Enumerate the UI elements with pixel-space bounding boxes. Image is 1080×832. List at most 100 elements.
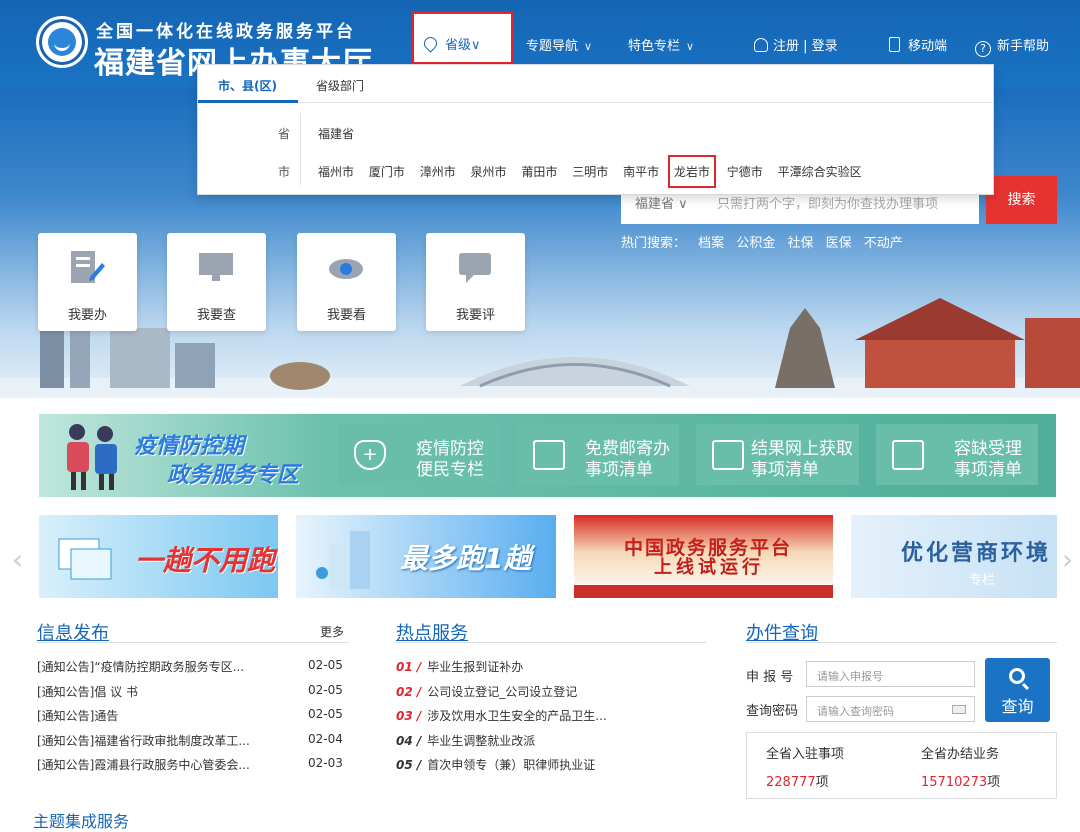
slide-subtext: 专栏 bbox=[969, 573, 996, 588]
city-option[interactable]: 漳州市 bbox=[420, 163, 456, 180]
province-selector[interactable]: 省级∨ bbox=[412, 12, 513, 64]
service-query[interactable]: 我要查 bbox=[167, 233, 266, 331]
news-more-link[interactable]: 更多 bbox=[320, 623, 344, 640]
query-password-input[interactable]: 请输入查询密码 bbox=[806, 696, 975, 722]
nav-topics-label: 专题导航 bbox=[526, 39, 579, 54]
carousel-slide-no-trip[interactable]: 一趟不用跑 bbox=[39, 515, 278, 598]
hot-term[interactable]: 公积金 bbox=[736, 236, 775, 251]
divider bbox=[746, 642, 1057, 643]
city-list: 福州市 厦门市 漳州市 泉州市 莆田市 三明市 南平市 龙岩市 宁德市 平潭综合… bbox=[318, 155, 873, 188]
carousel-slide-business-env[interactable]: 优化营商环境 专栏 bbox=[851, 515, 1057, 598]
search-icon bbox=[1009, 668, 1025, 684]
stat-value: 228777项 bbox=[766, 771, 829, 790]
epidemic-item-mail[interactable]: 免费邮寄办 事项清单 bbox=[517, 424, 679, 485]
province-option[interactable]: 福建省 bbox=[318, 125, 354, 142]
region-dropdown: 市、县(区) 省级部门 省 市 福建省 福州市 厦门市 漳州市 泉州市 莆田市 … bbox=[197, 64, 994, 195]
carousel-slide-one-trip[interactable]: 最多跑1趟 bbox=[296, 515, 556, 598]
nav-features[interactable]: 特色专栏 ∨ bbox=[628, 35, 694, 54]
nav-topics[interactable]: 专题导航 ∨ bbox=[526, 35, 592, 54]
city-option[interactable]: 南平市 bbox=[623, 163, 659, 180]
hot-service-item[interactable]: 04 / 毕业生调整就业改派 bbox=[396, 732, 706, 757]
news-item-date: 02-05 bbox=[308, 707, 343, 721]
search-scope-select[interactable]: 福建省 ∨ bbox=[635, 193, 688, 212]
city-option[interactable]: 福州市 bbox=[318, 163, 354, 180]
hot-term[interactable]: 医保 bbox=[826, 236, 852, 251]
rank-number: 05 / bbox=[396, 758, 422, 772]
phone-icon bbox=[889, 37, 900, 52]
news-item[interactable]: [通知公告]倡 议 书 02-05 bbox=[37, 683, 349, 708]
province-label: 省级 bbox=[445, 38, 472, 53]
epidemic-item-line2: 事项清单 bbox=[751, 460, 819, 480]
theme-section-title[interactable]: 主题集成服务 bbox=[33, 808, 129, 832]
hot-service-item[interactable]: 01 / 毕业生报到证补办 bbox=[396, 658, 706, 683]
hot-service-item[interactable]: 05 / 首次申领专（兼）职律师执业证 bbox=[396, 756, 706, 781]
news-item-date: 02-04 bbox=[308, 731, 343, 746]
rank-number: 01 / bbox=[396, 660, 422, 674]
city-option[interactable]: 厦门市 bbox=[369, 163, 405, 180]
help-icon: ? bbox=[975, 41, 991, 57]
city-option[interactable]: 泉州市 bbox=[471, 163, 507, 180]
chevron-down-icon: ∨ bbox=[584, 40, 593, 53]
carousel-next-icon[interactable]: › bbox=[1062, 543, 1073, 576]
stat-label: 全省办结业务 bbox=[921, 747, 1000, 762]
emblem-icon[interactable] bbox=[36, 16, 88, 68]
divider bbox=[396, 642, 706, 643]
shield-plus-icon: + bbox=[354, 440, 386, 470]
news-item-title: [通知公告]通告 bbox=[37, 709, 119, 723]
service-handle[interactable]: 我要办 bbox=[38, 233, 137, 331]
hot-term[interactable]: 社保 bbox=[787, 236, 813, 251]
tab-county[interactable]: 市、县(区) bbox=[218, 77, 277, 94]
epidemic-item-online-result[interactable]: 结果网上获取 事项清单 bbox=[696, 424, 859, 485]
query-button[interactable]: 查询 bbox=[985, 658, 1050, 722]
search-button[interactable]: 搜索 bbox=[986, 176, 1057, 224]
keyboard-icon[interactable] bbox=[952, 705, 966, 714]
rank-number: 04 / bbox=[396, 733, 422, 748]
epidemic-title-line1: 疫情防控期 bbox=[134, 434, 245, 459]
nav-mobile-label: 移动端 bbox=[908, 39, 948, 54]
hot-term[interactable]: 档案 bbox=[698, 236, 724, 251]
city-option-highlighted[interactable]: 龙岩市 bbox=[667, 155, 716, 188]
city-option[interactable]: 平潭综合实验区 bbox=[778, 163, 862, 180]
news-item[interactable]: [通知公告]福建省行政审批制度改革工... 02-04 bbox=[37, 732, 349, 757]
nav-help-label: 新手帮助 bbox=[997, 39, 1050, 54]
service-view[interactable]: 我要看 bbox=[297, 233, 396, 331]
news-item[interactable]: [通知公告]“疫情防控期政务服务专区... 02-05 bbox=[37, 658, 349, 683]
divider bbox=[37, 642, 349, 643]
hot-search-label: 热门搜索： bbox=[621, 236, 687, 251]
hot-term[interactable]: 不动产 bbox=[864, 236, 903, 251]
slide-text: 最多跑1趟 bbox=[400, 542, 532, 575]
query-button-label: 查询 bbox=[1001, 697, 1034, 716]
news-item[interactable]: [通知公告]霞浦县行政服务中心管委会... 02-03 bbox=[37, 756, 349, 781]
location-icon bbox=[421, 34, 440, 53]
hot-service-item[interactable]: 02 / 公司设立登记_公司设立登记 bbox=[396, 683, 706, 708]
tab-provincial-dept[interactable]: 省级部门 bbox=[316, 77, 364, 94]
hot-service-text: 毕业生调整就业改派 bbox=[427, 733, 536, 748]
input-placeholder: 请输入查询密码 bbox=[817, 705, 894, 718]
news-item[interactable]: [通知公告]通告 02-05 bbox=[37, 707, 349, 732]
service-label: 我要办 bbox=[67, 308, 107, 323]
stat-label: 全省入驻事项 bbox=[766, 747, 845, 762]
rank-number: 02 / bbox=[396, 684, 422, 699]
epidemic-item-convenience[interactable]: + 疫情防控 便民专栏 bbox=[338, 424, 500, 485]
city-option[interactable]: 莆田市 bbox=[521, 163, 557, 180]
nav-mobile[interactable]: 移动端 bbox=[889, 35, 947, 54]
divider bbox=[300, 113, 301, 185]
carousel-slide-national-platform[interactable]: 中国政务服务平台 上线试运行 bbox=[574, 515, 833, 598]
query-password-label: 查询密码 bbox=[746, 704, 799, 719]
epidemic-item-tolerant[interactable]: 容缺受理 事项清单 bbox=[876, 424, 1038, 485]
chevron-down-icon: ∨ bbox=[686, 40, 695, 53]
medical-staff-illustration bbox=[67, 424, 117, 490]
epidemic-zone-banner[interactable]: 疫情防控期 政务服务专区 + 疫情防控 便民专栏 免费邮寄办 事项清单 结果网上… bbox=[39, 414, 1056, 497]
service-rate[interactable]: 我要评 bbox=[426, 233, 525, 331]
apply-number-input[interactable]: 请输入申报号 bbox=[806, 661, 975, 687]
documents-illustration bbox=[58, 538, 112, 580]
hot-service-item[interactable]: 03 / 涉及饮用水卫生安全的产品卫生... bbox=[396, 707, 706, 732]
nav-login[interactable]: 注册 | 登录 bbox=[754, 35, 838, 54]
nav-help[interactable]: ? 新手帮助 bbox=[975, 35, 1049, 57]
hot-service-text: 涉及饮用水卫生安全的产品卫生... bbox=[427, 709, 607, 723]
stat-unit: 项 bbox=[815, 775, 829, 790]
city-option[interactable]: 宁德市 bbox=[727, 163, 763, 180]
carousel-prev-icon[interactable]: ‹ bbox=[12, 543, 23, 576]
stat-value: 15710273项 bbox=[921, 771, 1000, 790]
city-option[interactable]: 三明市 bbox=[572, 163, 608, 180]
